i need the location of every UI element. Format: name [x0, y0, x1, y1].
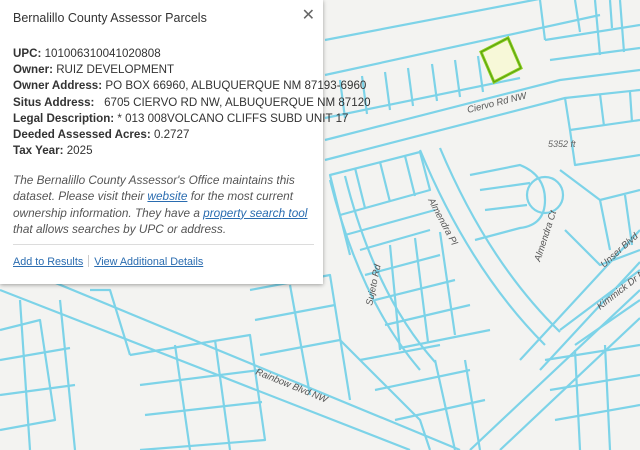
field-tax-year: Tax Year: 2025 — [13, 144, 93, 158]
field-upc: UPC: 101006310041020808 — [13, 47, 161, 60]
property-search-link[interactable]: property search tool — [203, 206, 307, 220]
popup-actions: Add to Results View Additional Details — [13, 255, 203, 268]
field-owner-address: Owner Address: PO BOX 66960, ALBUQUERQUE… — [13, 79, 367, 93]
elevation-label: 5352 ft — [548, 139, 576, 149]
popup-title: Bernalillo County Assessor Parcels — [13, 11, 207, 25]
parcel-info-popup: Bernalillo County Assessor Parcels ✕ UPC… — [0, 0, 371, 284]
view-additional-details-link[interactable]: View Additional Details — [94, 256, 203, 268]
add-to-results-link[interactable]: Add to Results — [13, 256, 83, 268]
divider — [13, 244, 314, 245]
field-legal-description: Legal Description: * 013 008VOLCANO CLIF… — [13, 111, 349, 125]
action-separator — [88, 255, 90, 267]
website-link[interactable]: website — [147, 189, 187, 203]
field-situs-address: Situs Address: 6705 CIERVO RD NW, ALBUQU… — [13, 95, 371, 109]
parcel-fields: UPC: 101006310041020808 Owner: RUIZ DEVE… — [13, 46, 371, 159]
field-acres: Deeded Assessed Acres: 0.2727 — [13, 128, 190, 142]
dataset-description: The Bernalillo County Assessor's Office … — [13, 173, 308, 237]
close-icon[interactable]: ✕ — [302, 6, 315, 26]
field-owner: Owner: RUIZ DEVELOPMENT — [13, 63, 175, 77]
